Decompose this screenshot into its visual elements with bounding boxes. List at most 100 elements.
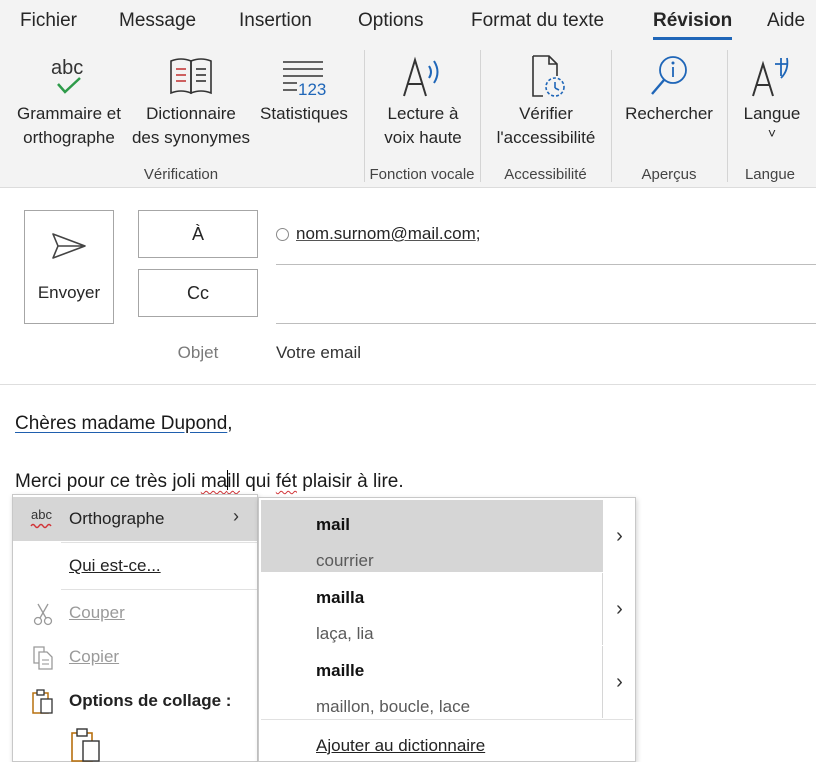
copy-icon	[29, 645, 59, 671]
group-label-verification: Vérification	[143, 166, 219, 183]
cc-field-underline	[276, 323, 816, 324]
tab-options[interactable]: Options	[358, 10, 423, 32]
tab-fichier[interactable]: Fichier	[20, 10, 77, 32]
check-accessibility-button[interactable]: Vérifier l'accessibilité	[486, 50, 606, 150]
menu-item-spelling-label: Orthographe	[69, 509, 165, 528]
read-aloud-button[interactable]: Lecture à voix haute	[370, 50, 476, 150]
to-field-underline	[276, 264, 816, 265]
to-button[interactable]: À	[138, 210, 258, 258]
word-count-icon: 123	[256, 50, 352, 102]
chevron-right-icon[interactable]: ›	[602, 573, 636, 645]
paste-keep-formatting-button[interactable]	[69, 727, 105, 762]
tab-insertion[interactable]: Insertion	[239, 10, 312, 32]
chevron-right-icon[interactable]: ›	[602, 500, 636, 572]
recipient-separator: ;	[475, 224, 481, 243]
check-accessibility-icon	[486, 50, 606, 102]
suggestion-synonyms: maillon, boucle, lace	[316, 697, 471, 716]
group-label-speech: Fonction vocale	[369, 166, 475, 183]
menu-item-cut[interactable]: Couper	[13, 591, 257, 635]
menu-divider	[61, 589, 257, 590]
spelling-grammar-label-2: orthographe	[23, 128, 115, 147]
word-count-label: Statistiques	[260, 104, 348, 123]
spelling-suggestions-submenu: mail courrier › mailla laça, lia › maill…	[258, 497, 636, 762]
search-button[interactable]: Rechercher	[616, 50, 722, 126]
search-info-icon	[616, 50, 722, 102]
suggestion-item[interactable]: mail courrier	[261, 500, 603, 572]
menu-item-copy-label: Copier	[69, 647, 120, 666]
suggestion-item[interactable]: mailla laça, lia	[261, 573, 603, 645]
misspelled-word-part-1[interactable]: ma	[201, 471, 227, 492]
menu-item-who-is-label: Qui est-ce...	[69, 556, 161, 575]
spelling-grammar-button[interactable]: abc Grammaire et orthographe	[10, 50, 128, 150]
misspelled-word-2[interactable]: fét	[276, 471, 297, 492]
body-text-line[interactable]: Merci pour ce très joli maill qui fét pl…	[15, 470, 404, 493]
to-field[interactable]: nom.surnom@mail.com ;	[276, 224, 480, 244]
body-text-after: plaisir à lire.	[296, 471, 404, 492]
subject-input[interactable]: Votre email	[276, 343, 361, 363]
tab-message[interactable]: Message	[119, 10, 196, 32]
tab-revision[interactable]: Révision	[653, 10, 733, 40]
group-divider	[480, 50, 481, 182]
paste-clipboard-icon	[71, 728, 100, 762]
suggestion-synonyms: laça, lia	[316, 624, 374, 643]
body-text-mid: qui	[239, 471, 276, 492]
suggestion-item[interactable]: maille maillon, boucle, lace	[261, 646, 603, 718]
misspelled-word-part-2[interactable]: ill	[227, 471, 240, 492]
word-count-button[interactable]: 123 Statistiques	[256, 50, 352, 126]
language-label: Langue	[743, 104, 801, 123]
thesaurus-book-icon	[128, 50, 254, 102]
scissors-icon	[29, 601, 59, 627]
tab-format-du-texte[interactable]: Format du texte	[471, 10, 604, 32]
language-button[interactable]: Langue ˅	[732, 50, 812, 140]
check-accessibility-label-1: Vérifier	[519, 104, 573, 123]
menu-item-spelling[interactable]: abc Orthographe ›	[13, 497, 257, 541]
spelling-menu-icon-text: abc	[31, 507, 52, 522]
thesaurus-label-2: des synonymes	[131, 128, 251, 147]
read-aloud-icon	[370, 50, 476, 102]
suggestion-synonyms: courrier	[316, 551, 374, 570]
thesaurus-button[interactable]: Dictionnaire des synonymes	[128, 50, 254, 150]
context-menu: abc Orthographe › Qui est-ce... Couper C…	[12, 494, 258, 762]
recipient-address[interactable]: nom.surnom@mail.com	[296, 224, 476, 244]
group-divider	[611, 50, 612, 182]
add-to-dictionary-item[interactable]: Ajouter au dictionnaire	[316, 736, 485, 756]
menu-divider	[261, 719, 633, 720]
spelling-abc-icon: abc	[29, 507, 59, 533]
group-label-language: Langue	[744, 166, 796, 183]
cc-button[interactable]: Cc	[138, 269, 258, 317]
check-accessibility-label-2: l'accessibilité	[496, 128, 596, 147]
spelling-grammar-label-1: Grammaire et	[17, 104, 121, 123]
ribbon-tabs: Fichier Message Insertion Options Format…	[0, 0, 816, 42]
word-count-icon-text: 123	[298, 80, 326, 99]
send-button[interactable]: Envoyer	[24, 210, 114, 324]
spelling-icon-text: abc	[51, 57, 83, 79]
clipboard-icon	[29, 689, 59, 715]
read-aloud-label-1: Lecture à	[387, 104, 459, 123]
group-divider	[727, 50, 728, 182]
group-label-accessibility: Accessibilité	[504, 166, 587, 183]
send-label: Envoyer	[37, 283, 101, 302]
send-icon	[25, 231, 113, 267]
menu-item-paste-options: Options de collage :	[13, 679, 257, 723]
body-text-before: Merci pour ce très joli	[15, 471, 201, 492]
suggestion-word: mail	[316, 515, 351, 534]
menu-item-copy[interactable]: Copier	[13, 635, 257, 679]
suggestion-word: mailla	[316, 588, 365, 607]
menu-item-cut-label: Couper	[69, 603, 125, 622]
language-icon	[732, 50, 812, 102]
group-label-insights: Aperçus	[641, 166, 697, 183]
thesaurus-label-1: Dictionnaire	[146, 104, 236, 123]
body-greeting-line[interactable]: Chères madame Dupond,	[15, 413, 233, 435]
presence-status-icon	[276, 227, 289, 241]
add-to-dictionary-label: Ajouter au dictionnaire	[316, 736, 486, 755]
chevron-right-icon: ›	[233, 506, 239, 526]
header-divider	[0, 384, 816, 385]
tab-aide[interactable]: Aide	[767, 10, 805, 32]
menu-item-who-is[interactable]: Qui est-ce...	[13, 544, 257, 588]
spelling-check-icon: abc	[10, 50, 128, 102]
chevron-right-icon[interactable]: ›	[602, 646, 636, 718]
group-divider	[364, 50, 365, 182]
menu-divider	[61, 542, 257, 543]
language-dropdown-chevron[interactable]: ˅	[732, 126, 812, 140]
subject-label: Objet	[177, 343, 219, 362]
